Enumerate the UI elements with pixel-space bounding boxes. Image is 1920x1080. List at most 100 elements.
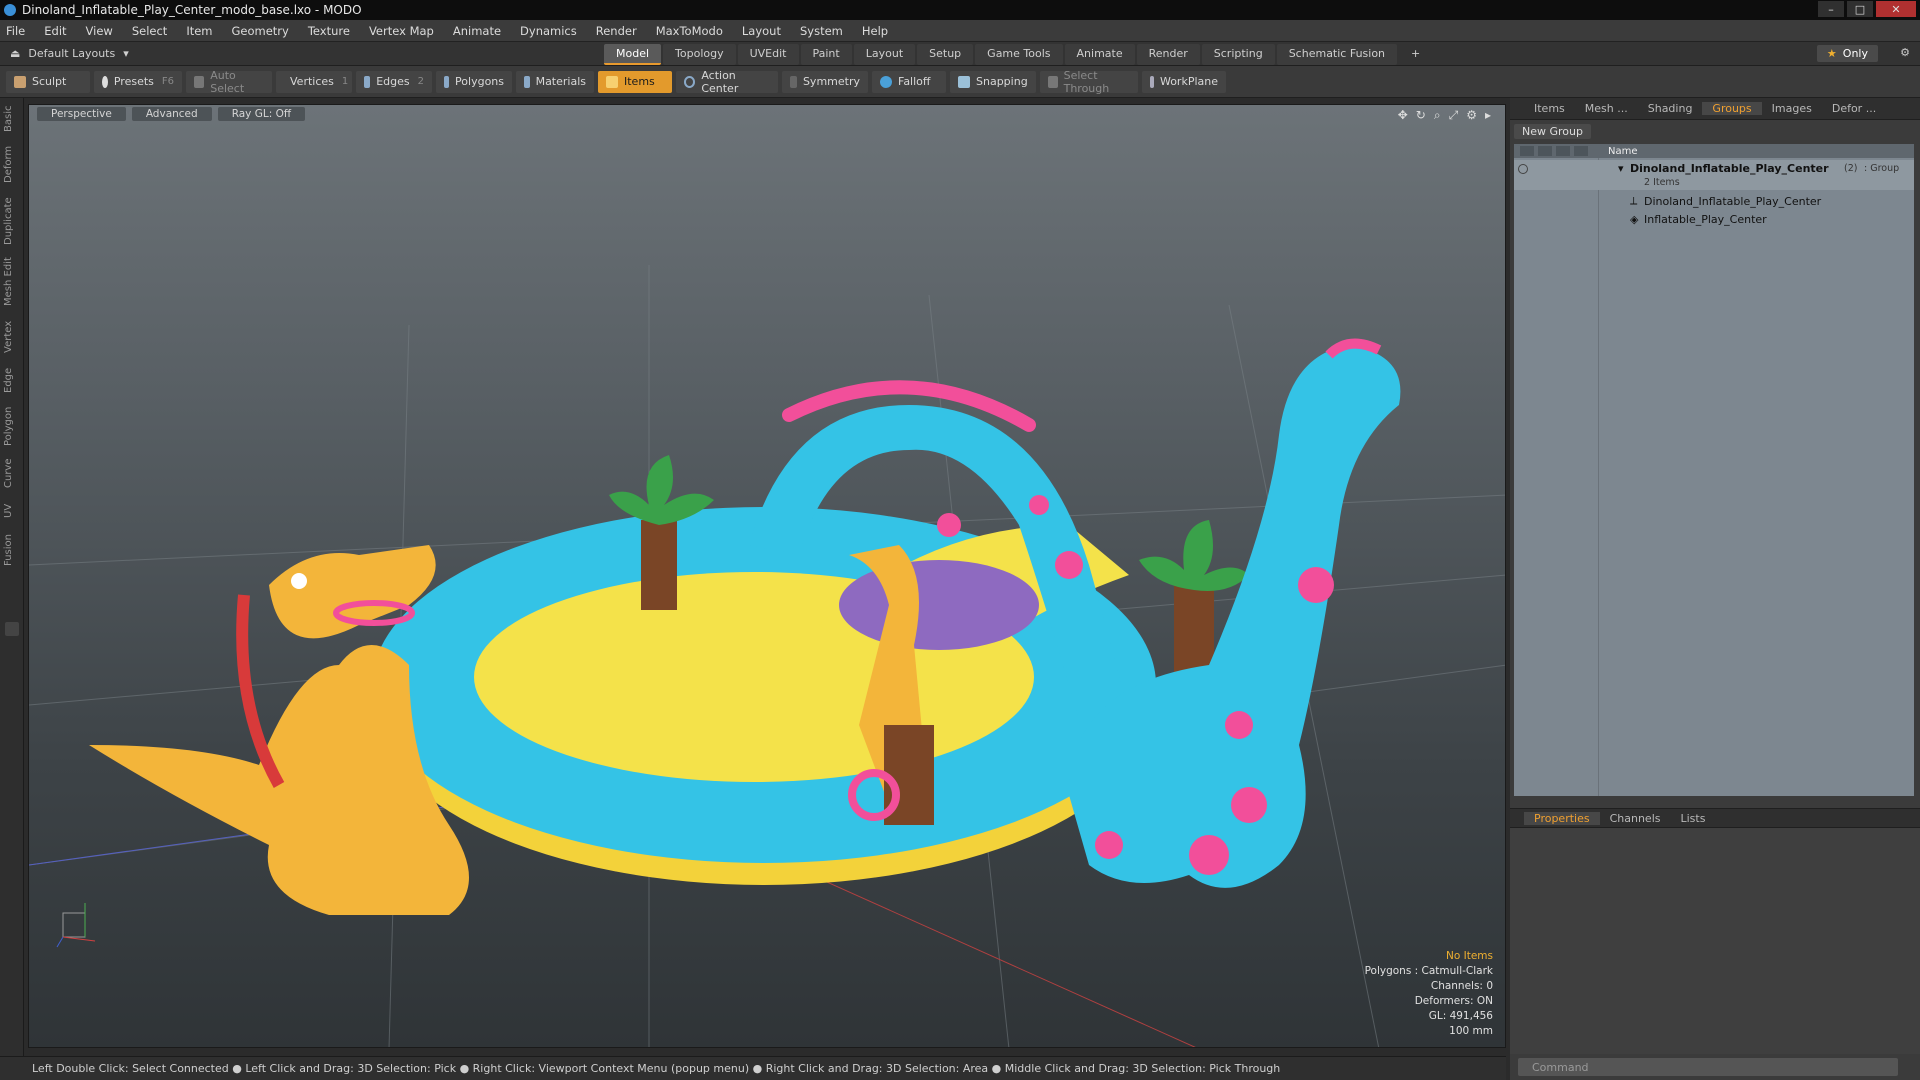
group-child-row[interactable]: ◈ Inflatable_Play_Center [1514,210,1914,228]
falloff-button[interactable]: Falloff [872,70,946,93]
tab-deform[interactable]: Deform [3,144,21,184]
tab-fusion[interactable]: Fusion [3,530,21,570]
tab-vertex[interactable]: Vertex [3,318,21,356]
tab-topology[interactable]: Topology [663,44,736,65]
tab-render[interactable]: Render [1136,44,1200,65]
group-expand-icon[interactable]: ▾ [1618,162,1624,175]
eye-column-icon[interactable] [1520,146,1534,156]
tab-uvedit[interactable]: UVEdit [737,44,799,65]
new-group-button[interactable]: New Group [1514,124,1591,139]
view-mode-button[interactable]: Perspective [37,107,126,121]
menu-help[interactable]: Help [862,24,888,38]
tab-setup[interactable]: Setup [917,44,974,65]
3d-viewport[interactable]: Perspective Advanced Ray GL: Off ✥ ↻ ⌕ ⤢… [28,104,1506,1048]
materials-button[interactable]: Materials [516,70,594,93]
menu-edit[interactable]: Edit [44,24,66,38]
default-layouts-label: Default Layouts [28,47,116,60]
maximize-viewport-icon[interactable]: ⤢ [1449,108,1459,123]
tab-edge[interactable]: Edge [3,364,21,396]
vertices-count: 1 [341,76,349,87]
yellow-dino-eye [291,573,307,589]
menu-file[interactable]: File [6,24,25,38]
presets-button[interactable]: Presets F6 [94,70,182,93]
workplane-button[interactable]: WorkPlane [1142,70,1226,93]
eye-icon[interactable] [1518,164,1528,174]
render-column-icon[interactable] [1538,146,1552,156]
menu-vertex-map[interactable]: Vertex Map [369,24,434,38]
zoom-icon[interactable]: ⌕ [1434,108,1441,123]
menu-texture[interactable]: Texture [308,24,350,38]
shading-mode-button[interactable]: Advanced [131,107,212,121]
tab-channels[interactable]: Channels [1600,812,1671,825]
vertices-button[interactable]: Vertices 1 [276,70,352,93]
tab-model[interactable]: Model [604,44,662,65]
polygons-button[interactable]: Polygons [436,70,512,93]
auto-select-button[interactable]: Auto Select [186,69,272,95]
tab-mesh[interactable]: Mesh ... [1575,102,1638,115]
sculpt-button[interactable]: Sculpt [6,70,90,93]
tab-layout[interactable]: Layout [853,44,916,65]
maximize-button[interactable]: □ [1847,1,1873,17]
tab-scripting[interactable]: Scripting [1201,44,1275,65]
tab-deformers[interactable]: Defor ... [1822,102,1886,115]
tab-properties[interactable]: Properties [1524,811,1600,825]
child-item-name: Inflatable_Play_Center [1644,212,1767,226]
select-through-button[interactable]: Select Through [1040,69,1138,95]
items-icon [606,75,618,88]
pan-icon[interactable]: ✥ [1398,108,1408,123]
menu-system[interactable]: System [800,24,843,38]
deformers-info: Deformers: ON [1414,995,1493,1007]
tab-mesh-edit[interactable]: Mesh Edit [3,256,21,308]
menu-item[interactable]: Item [186,24,212,38]
modo-app-icon [4,4,16,16]
polygons-icon [444,75,450,88]
tab-basic[interactable]: Basic [3,104,21,134]
menu-render[interactable]: Render [596,24,637,38]
tab-paint[interactable]: Paint [800,44,852,65]
viewport-menu-arrow-icon[interactable]: ▸ [1485,108,1491,123]
groups-list-header: Name [1514,144,1914,158]
default-layouts-dropdown[interactable]: ⏏ Default Layouts ▾ [10,47,129,60]
tab-polygon[interactable]: Polygon [3,404,21,448]
name-column-header[interactable]: Name [1598,146,1638,157]
viewport-gear-icon[interactable]: ⚙ [1466,108,1477,123]
menu-maxtomodo[interactable]: MaxToModo [656,24,723,38]
tab-groups[interactable]: Groups [1702,102,1762,115]
tab-duplicate[interactable]: Duplicate [3,196,21,246]
raygl-button[interactable]: Ray GL: Off [217,107,306,121]
lock-column-icon[interactable] [1556,146,1570,156]
snapping-button[interactable]: Snapping [950,70,1036,93]
minimize-button[interactable]: – [1818,1,1844,17]
tab-animate[interactable]: Animate [1064,44,1135,65]
orbit-icon[interactable]: ↻ [1416,108,1426,123]
menu-dynamics[interactable]: Dynamics [520,24,577,38]
select-column-icon[interactable] [1574,146,1588,156]
left-tool-tabs: Basic Deform Duplicate Mesh Edit Vertex … [0,98,24,1056]
menu-layout[interactable]: Layout [742,24,781,38]
items-button[interactable]: Items [598,70,672,93]
tab-items[interactable]: Items [1524,102,1575,115]
menu-view[interactable]: View [86,24,113,38]
menu-animate[interactable]: Animate [453,24,501,38]
menu-select[interactable]: Select [132,24,167,38]
gear-icon[interactable]: ⚙ [1900,46,1910,59]
tab-lists[interactable]: Lists [1671,812,1716,825]
action-center-button[interactable]: Action Center [676,69,778,95]
edges-button[interactable]: Edges 2 [356,70,432,93]
tab-game-tools[interactable]: Game Tools [975,44,1063,65]
panel-toggle-button[interactable] [5,622,19,636]
command-input[interactable]: Command [1518,1058,1898,1076]
only-button[interactable]: ★ Only [1816,45,1878,62]
tab-schematic-fusion[interactable]: Schematic Fusion [1276,44,1398,65]
menu-geometry[interactable]: Geometry [232,24,289,38]
tab-curve[interactable]: Curve [3,456,21,490]
add-tab-button[interactable]: + [1399,44,1432,65]
tab-images[interactable]: Images [1762,102,1822,115]
symmetry-button[interactable]: Symmetry [782,70,868,93]
close-button[interactable]: ✕ [1876,1,1916,17]
tab-uv[interactable]: UV [3,500,21,522]
tab-shading[interactable]: Shading [1638,102,1703,115]
presets-icon [102,75,108,88]
group-child-row[interactable]: ⟂ Dinoland_Inflatable_Play_Center [1514,192,1914,210]
group-row[interactable]: ▾ Dinoland_Inflatable_Play_Center (2) : … [1514,160,1914,190]
